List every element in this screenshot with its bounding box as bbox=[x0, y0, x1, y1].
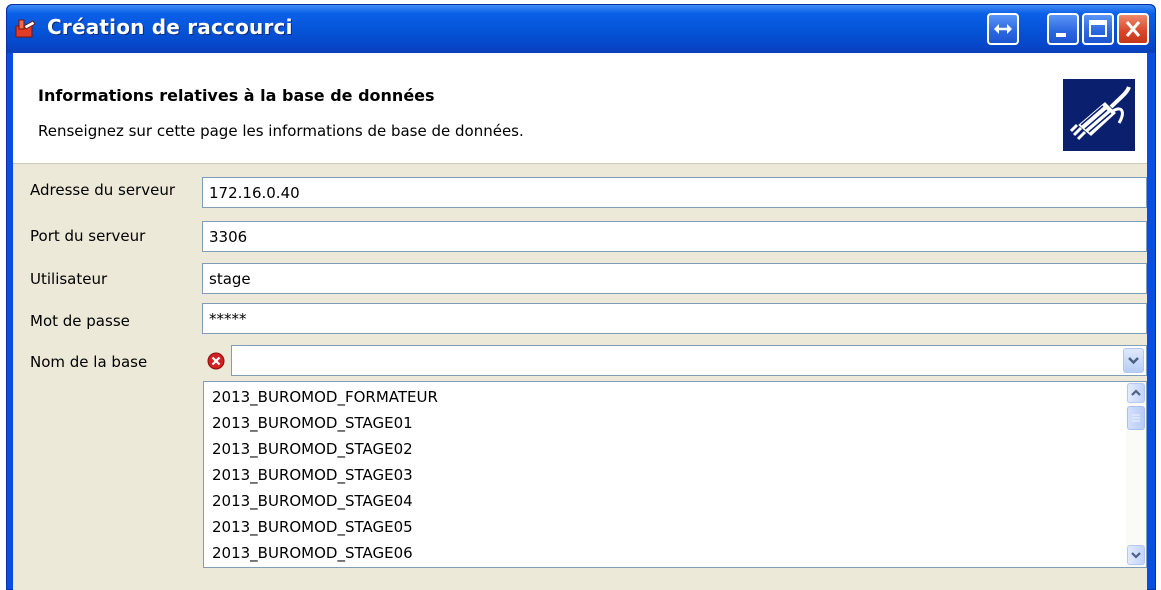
minimize-button[interactable] bbox=[1047, 13, 1079, 45]
list-item[interactable]: 2013_BUROMOD_STAGE04 bbox=[212, 492, 413, 510]
title-bar[interactable]: Création de raccourci bbox=[7, 5, 1155, 53]
window-title: Création de raccourci bbox=[47, 15, 293, 39]
scroll-up-button[interactable] bbox=[1127, 383, 1145, 403]
scroll-thumb[interactable] bbox=[1127, 406, 1145, 430]
dialog-client-area: Informations relatives à la base de donn… bbox=[13, 53, 1147, 590]
server-port-label: Port du serveur bbox=[30, 227, 146, 245]
connector-plug-icon bbox=[1063, 79, 1135, 151]
maximize-button[interactable] bbox=[1082, 13, 1114, 45]
list-item[interactable]: 2013_BUROMOD_STAGE03 bbox=[212, 466, 413, 484]
server-address-input[interactable] bbox=[202, 177, 1147, 208]
horizontal-arrows-icon bbox=[994, 24, 1012, 34]
grip-icon bbox=[1132, 414, 1140, 422]
app-icon bbox=[15, 19, 36, 38]
server-port-input[interactable] bbox=[202, 221, 1147, 252]
password-label: Mot de passe bbox=[30, 312, 130, 330]
page-header: Informations relatives à la base de donn… bbox=[13, 53, 1147, 164]
database-name-combobox[interactable] bbox=[231, 345, 1147, 376]
user-label: Utilisateur bbox=[30, 270, 108, 288]
user-input[interactable] bbox=[202, 263, 1147, 294]
resize-button[interactable] bbox=[987, 13, 1019, 45]
database-name-label: Nom de la base bbox=[30, 353, 148, 371]
server-address-label: Adresse du serveur bbox=[30, 181, 175, 199]
chevron-up-icon bbox=[1131, 389, 1141, 396]
maximize-icon bbox=[1089, 20, 1107, 37]
dropdown-button[interactable] bbox=[1123, 348, 1144, 373]
password-input[interactable] bbox=[202, 303, 1147, 334]
list-item[interactable]: 2013_BUROMOD_STAGE05 bbox=[212, 518, 413, 536]
chevron-down-icon bbox=[1128, 357, 1139, 365]
vertical-scrollbar[interactable] bbox=[1126, 382, 1146, 567]
page-title: Informations relatives à la base de donn… bbox=[38, 86, 435, 105]
list-item[interactable]: 2013_BUROMOD_STAGE01 bbox=[212, 414, 413, 432]
chevron-down-icon bbox=[1131, 552, 1141, 559]
dialog-window: Création de raccourci Informations relat… bbox=[6, 4, 1156, 590]
list-item[interactable]: 2013_BUROMOD_STAGE02 bbox=[212, 440, 413, 458]
close-icon bbox=[1125, 21, 1141, 37]
error-icon bbox=[207, 352, 225, 370]
page-subtitle: Renseignez sur cette page les informatio… bbox=[38, 122, 524, 140]
list-item[interactable]: 2013_BUROMOD_STAGE06 bbox=[212, 544, 413, 562]
close-button[interactable] bbox=[1117, 13, 1149, 45]
minimize-icon bbox=[1056, 33, 1066, 37]
list-item[interactable]: 2013_BUROMOD_FORMATEUR bbox=[212, 388, 438, 406]
database-list[interactable]: 2013_BUROMOD_FORMATEUR 2013_BUROMOD_STAG… bbox=[203, 381, 1147, 568]
scroll-down-button[interactable] bbox=[1127, 545, 1145, 565]
